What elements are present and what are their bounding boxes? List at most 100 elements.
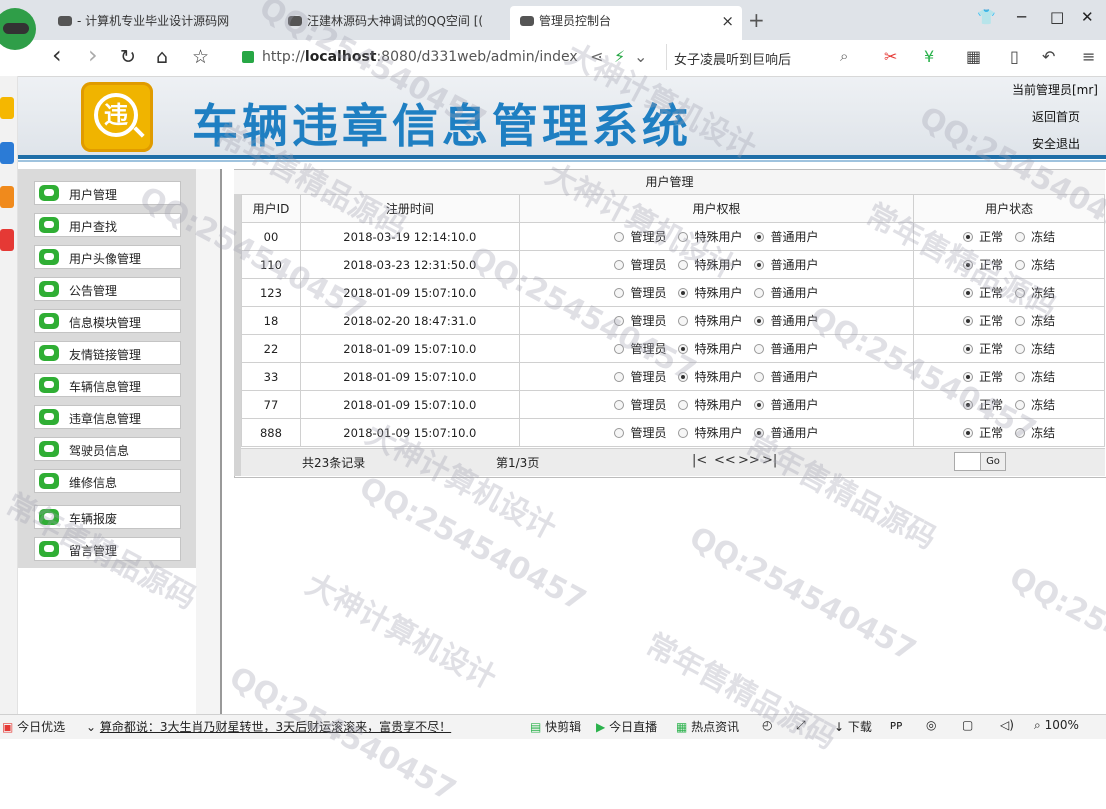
permission-option[interactable]: 特殊用户: [678, 312, 742, 329]
status-radio[interactable]: [1015, 400, 1026, 410]
permission-option[interactable]: 特殊用户: [678, 284, 742, 301]
menu-item[interactable]: 用户头像管理: [34, 245, 181, 269]
bolt-icon[interactable]: ⚡: [614, 47, 625, 66]
permission-option[interactable]: 特殊用户: [678, 396, 742, 413]
status-option[interactable]: 正常: [963, 312, 1003, 329]
status-browser-icon[interactable]: ◎: [926, 718, 936, 732]
security-shield-icon[interactable]: [242, 51, 254, 63]
status-download-button[interactable]: ↓ 下载: [834, 718, 872, 735]
permission-option[interactable]: 管理员: [614, 256, 666, 273]
maximize-button[interactable]: □: [1050, 8, 1064, 26]
status-radio[interactable]: [963, 372, 974, 382]
menu-icon[interactable]: ≡: [1082, 47, 1095, 66]
status-option[interactable]: 冻结: [1015, 424, 1055, 441]
permission-radio[interactable]: [678, 372, 689, 382]
permission-radio[interactable]: [754, 260, 765, 270]
sidebar-weibo-icon[interactable]: [0, 186, 14, 208]
permission-radio[interactable]: [614, 372, 625, 382]
permission-radio[interactable]: [678, 428, 689, 438]
permission-option[interactable]: 管理员: [614, 284, 666, 301]
status-radio[interactable]: [1015, 428, 1026, 438]
status-radio[interactable]: [963, 428, 974, 438]
skin-icon[interactable]: 👕: [977, 8, 996, 26]
share-icon[interactable]: ⋖: [590, 47, 603, 66]
pager-prev-button[interactable]: <<: [714, 453, 736, 468]
permission-radio[interactable]: [678, 260, 689, 270]
status-deal-link[interactable]: ▣ 今日优选: [2, 718, 65, 735]
permission-radio[interactable]: [614, 316, 625, 326]
status-option[interactable]: 冻结: [1015, 312, 1055, 329]
status-radio[interactable]: [963, 288, 974, 298]
permission-option[interactable]: 管理员: [614, 368, 666, 385]
permission-radio[interactable]: [678, 232, 689, 242]
status-option[interactable]: 冻结: [1015, 396, 1055, 413]
pager-first-button[interactable]: |<: [692, 453, 707, 468]
sidebar-game-icon[interactable]: [0, 229, 14, 251]
permission-radio[interactable]: [614, 344, 625, 354]
tab-qq-space[interactable]: 汪建林源码大神调试的QQ空间 [(: [288, 6, 488, 40]
permission-option[interactable]: 普通用户: [754, 396, 818, 413]
status-radio[interactable]: [1015, 232, 1026, 242]
search-input[interactable]: 女子凌晨听到巨响后: [674, 49, 791, 68]
menu-item[interactable]: 驾驶员信息: [34, 437, 181, 461]
permission-option[interactable]: 普通用户: [754, 340, 818, 357]
favorite-button[interactable]: ☆: [192, 46, 209, 68]
status-live-button[interactable]: ▶ 今日直播: [596, 718, 657, 735]
status-option[interactable]: 正常: [963, 284, 1003, 301]
permission-radio[interactable]: [754, 344, 765, 354]
tab-close-icon[interactable]: ×: [721, 6, 734, 36]
menu-item[interactable]: 车辆信息管理: [34, 373, 181, 397]
status-option[interactable]: 正常: [963, 396, 1003, 413]
apps-icon[interactable]: ▦: [966, 47, 981, 66]
new-tab-button[interactable]: +: [748, 8, 765, 32]
menu-item[interactable]: 用户管理: [34, 181, 181, 205]
status-speed-icon[interactable]: ⤢: [796, 718, 806, 733]
status-radio[interactable]: [1015, 344, 1026, 354]
status-option[interactable]: 冻结: [1015, 340, 1055, 357]
status-hot-button[interactable]: ▦ 热点资讯: [676, 718, 739, 735]
permission-radio[interactable]: [754, 288, 765, 298]
status-option[interactable]: 冻结: [1015, 368, 1055, 385]
permission-option[interactable]: 管理员: [614, 312, 666, 329]
tab-source-site[interactable]: - 计算机专业毕业设计源码网: [58, 6, 258, 40]
permission-option[interactable]: 普通用户: [754, 228, 818, 245]
status-option[interactable]: 正常: [963, 256, 1003, 273]
status-option[interactable]: 正常: [963, 368, 1003, 385]
menu-item[interactable]: 公告管理: [34, 277, 181, 301]
permission-radio[interactable]: [678, 288, 689, 298]
search-icon[interactable]: ⌕: [840, 47, 848, 65]
status-ad-icon[interactable]: ◴: [762, 718, 772, 732]
status-option[interactable]: 冻结: [1015, 228, 1055, 245]
permission-option[interactable]: 管理员: [614, 396, 666, 413]
pager-page-input[interactable]: [954, 452, 982, 471]
menu-item[interactable]: 维修信息: [34, 469, 181, 493]
permission-radio[interactable]: [678, 316, 689, 326]
permission-option[interactable]: 普通用户: [754, 256, 818, 273]
status-option[interactable]: 正常: [963, 228, 1003, 245]
menu-item[interactable]: 车辆报废: [34, 505, 181, 529]
permission-radio[interactable]: [754, 316, 765, 326]
status-radio[interactable]: [963, 400, 974, 410]
status-option[interactable]: 冻结: [1015, 256, 1055, 273]
logout-link[interactable]: 安全退出: [1032, 135, 1080, 152]
status-radio[interactable]: [1015, 288, 1026, 298]
pager-go-button[interactable]: Go: [980, 452, 1006, 471]
menu-item[interactable]: 违章信息管理: [34, 405, 181, 429]
status-option[interactable]: 冻结: [1015, 284, 1055, 301]
permission-radio[interactable]: [614, 288, 625, 298]
status-pp-icon[interactable]: ᴘᴘ: [890, 718, 903, 732]
permission-radio[interactable]: [614, 400, 625, 410]
permission-option[interactable]: 特殊用户: [678, 340, 742, 357]
permission-option[interactable]: 管理员: [614, 424, 666, 441]
home-button[interactable]: ⌂: [156, 46, 168, 68]
status-option[interactable]: 正常: [963, 340, 1003, 357]
refresh-button[interactable]: ↻: [120, 46, 136, 68]
pager-last-button[interactable]: >|: [762, 453, 777, 468]
back-button[interactable]: ‹: [52, 41, 62, 69]
home-link[interactable]: 返回首页: [1032, 108, 1080, 125]
status-zoom[interactable]: ⌕ 100%: [1034, 718, 1079, 733]
permission-radio[interactable]: [754, 428, 765, 438]
status-radio[interactable]: [963, 260, 974, 270]
status-radio[interactable]: [1015, 316, 1026, 326]
phone-icon[interactable]: ▯: [1010, 47, 1019, 66]
